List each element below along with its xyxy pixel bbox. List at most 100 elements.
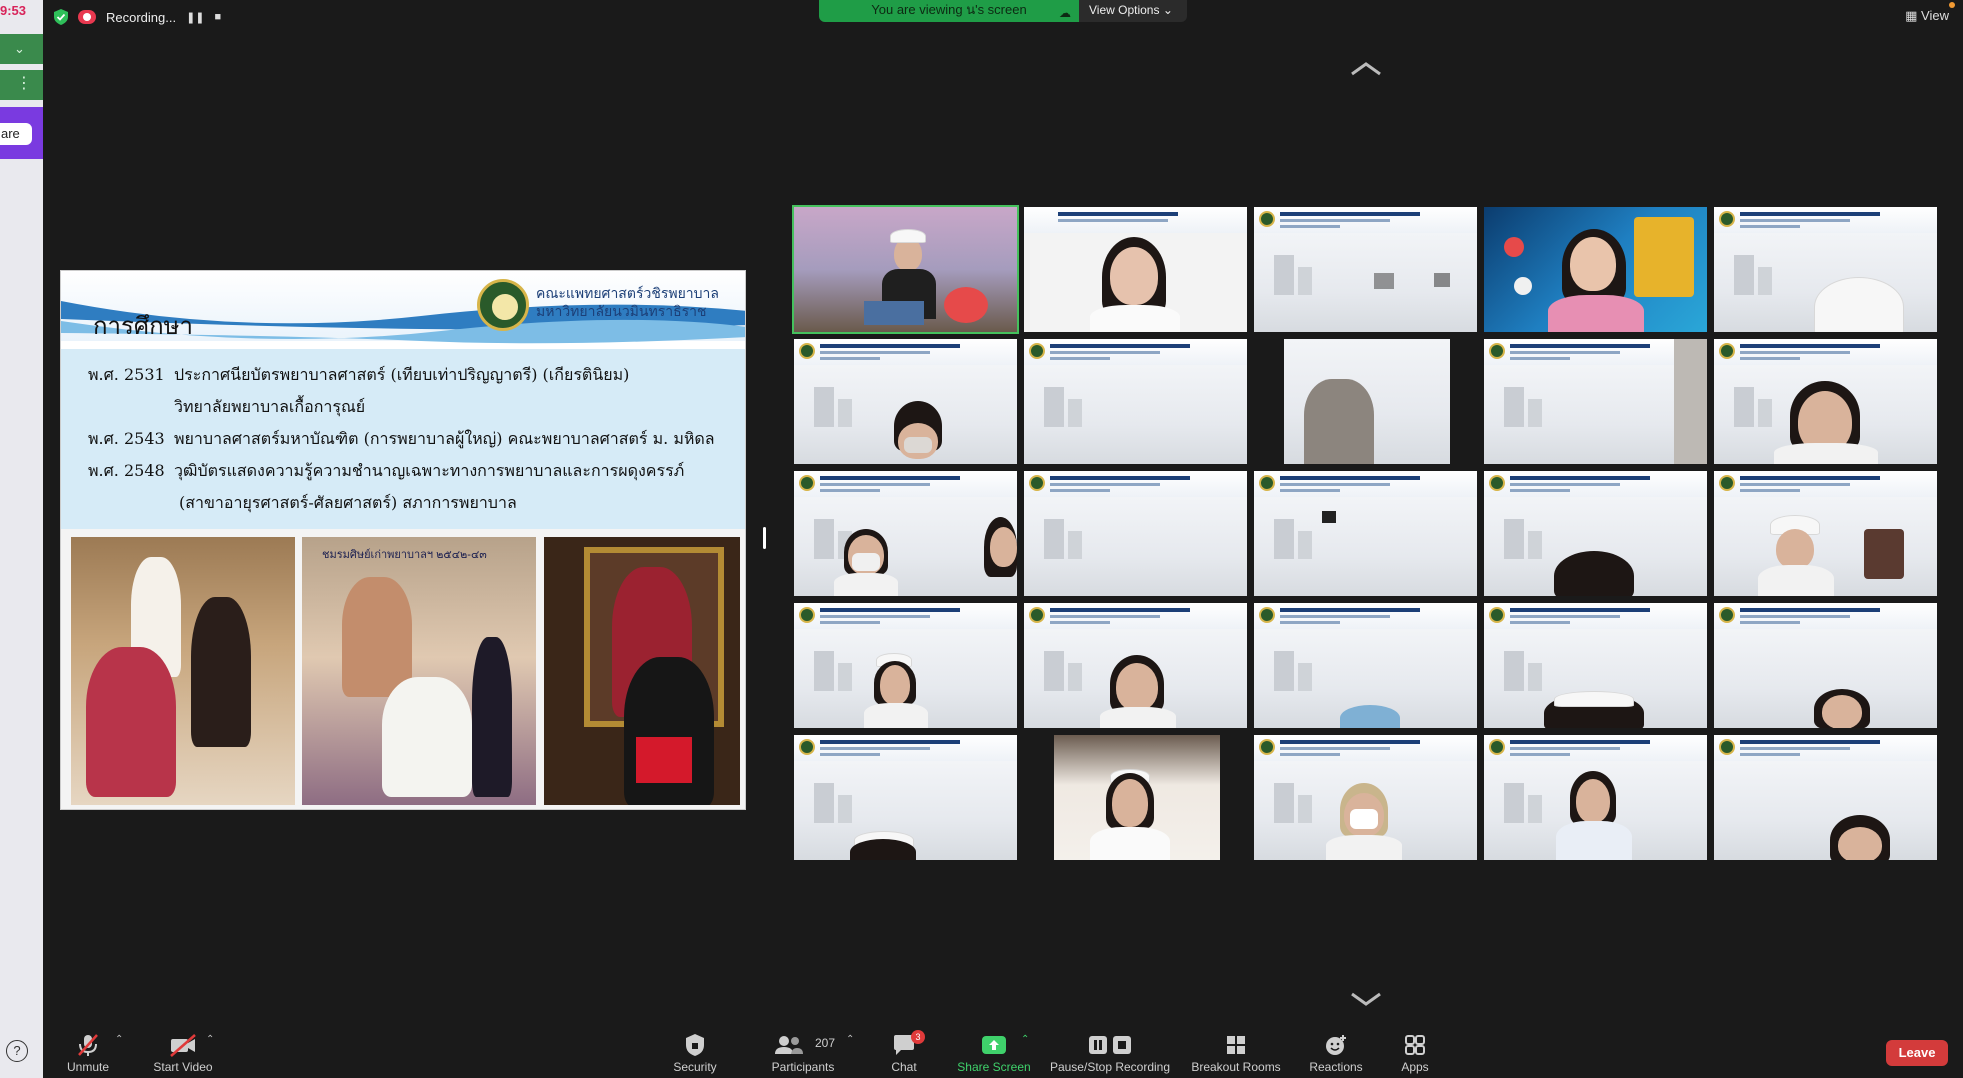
participant-tile[interactable] xyxy=(1024,735,1247,860)
shield-check-icon xyxy=(54,9,68,25)
viewing-screen-banner: You are viewing น's screen ☁ xyxy=(819,0,1079,22)
unmute-label: Unmute xyxy=(66,1060,110,1074)
participants-options-caret-icon[interactable]: ⌃ xyxy=(846,1034,854,1045)
system-clock: 9:53 xyxy=(0,3,27,18)
participant-tile[interactable] xyxy=(1714,735,1937,860)
view-button[interactable]: ▦ View xyxy=(1905,2,1955,24)
participants-label: Participants xyxy=(771,1060,835,1074)
share-screen-icon xyxy=(982,1036,1006,1054)
apps-button[interactable]: Apps xyxy=(1390,1028,1440,1078)
participant-tile[interactable] xyxy=(1484,471,1707,596)
education-list: พ.ศ. 2531 ประกาศนียบัตรพยาบาลศาสตร์ (เที… xyxy=(61,349,745,529)
participant-tile[interactable] xyxy=(1254,339,1477,464)
education-year: พ.ศ. 2548 xyxy=(88,461,165,480)
pause-recording-icon[interactable]: ❚❚ xyxy=(186,11,204,24)
chat-label: Chat xyxy=(891,1060,917,1074)
recording-indicator: Recording... ❚❚ ■ xyxy=(54,6,221,28)
education-text: วิทยาลัยพยาบาลเกื้อการุณย์ xyxy=(174,397,366,416)
education-text: วุฒิบัตรแสดงความรู้ความชำนาญเฉพาะทางการพ… xyxy=(174,461,685,480)
participant-tile[interactable] xyxy=(794,471,1017,596)
participant-tile[interactable] xyxy=(1024,207,1247,332)
viewing-text: You are viewing น's screen xyxy=(871,2,1027,17)
background-app-strip: 9:53 ⌄ ⋮ are ? xyxy=(0,0,43,1078)
participant-tile[interactable] xyxy=(1484,207,1707,332)
scroll-up-chevron-icon[interactable] xyxy=(1348,60,1384,78)
participant-tile[interactable] xyxy=(1714,207,1937,332)
breakout-rooms-button[interactable]: Breakout Rooms xyxy=(1186,1028,1286,1078)
recording-cloud-icon xyxy=(78,10,96,24)
security-button[interactable]: Security xyxy=(665,1028,725,1078)
participant-tile[interactable] xyxy=(1254,735,1477,860)
participant-tile[interactable] xyxy=(794,603,1017,728)
participant-gallery xyxy=(792,205,1940,861)
participant-tile[interactable] xyxy=(1254,603,1477,728)
breakout-rooms-label: Breakout Rooms xyxy=(1191,1060,1281,1074)
grid-view-icon: ▦ xyxy=(1905,8,1918,23)
security-label: Security xyxy=(673,1060,717,1074)
participant-tile[interactable] xyxy=(1024,471,1247,596)
audio-options-caret-icon[interactable]: ⌃ xyxy=(115,1034,123,1045)
video-camera-off-icon xyxy=(170,1034,196,1057)
slide-photo-row: ชมรมศิษย์เก่าพยาบาลฯ ๒๕๔๒-๔๓ xyxy=(61,529,745,809)
ceremony-photo: ชมรมศิษย์เก่าพยาบาลฯ ๒๕๔๒-๔๓ xyxy=(302,537,536,805)
participant-tile[interactable] xyxy=(1714,339,1937,464)
scroll-down-chevron-icon[interactable] xyxy=(1348,990,1384,1008)
reactions-button[interactable]: Reactions xyxy=(1301,1028,1371,1078)
pause-stop-icon xyxy=(1046,1032,1174,1058)
share-button-partial[interactable]: are xyxy=(0,107,43,159)
faculty-logo xyxy=(477,279,529,331)
participant-tile[interactable] xyxy=(792,205,1019,334)
education-year: พ.ศ. 2543 xyxy=(88,429,165,448)
participant-tile[interactable] xyxy=(1024,339,1247,464)
education-year: พ.ศ. 2531 xyxy=(88,365,165,384)
split-view-handle[interactable] xyxy=(763,527,766,549)
view-options-label: View Options xyxy=(1089,3,1160,17)
apps-icon xyxy=(1405,1035,1425,1055)
breakout-rooms-icon xyxy=(1227,1036,1245,1054)
reaction-smiley-icon xyxy=(1326,1035,1346,1055)
pause-stop-recording-button[interactable]: Pause/Stop Recording xyxy=(1046,1028,1174,1078)
participant-tile[interactable] xyxy=(794,735,1017,860)
photo-caption: ชมรมศิษย์เก่าพยาบาลฯ ๒๕๔๒-๔๓ xyxy=(322,549,487,561)
chevron-down-icon: ⌄ xyxy=(1162,3,1173,17)
education-text: (สาขาอายุรศาสตร์-ศัลยศาสตร์) สภาการพยาบา… xyxy=(179,493,517,512)
participant-tile[interactable] xyxy=(1254,207,1477,332)
shield-icon xyxy=(686,1034,704,1056)
graduation-photo xyxy=(71,537,295,805)
leave-button[interactable]: Leave xyxy=(1886,1040,1948,1066)
meeting-toolbar: Unmute ⌃ Start Video ⌃ Security Particip… xyxy=(43,1028,1963,1078)
notification-dot xyxy=(1949,2,1955,8)
education-text: ประกาศนียบัตรพยาบาลศาสตร์ (เทียบเท่าปริญ… xyxy=(174,365,630,384)
participants-icon xyxy=(775,1036,803,1054)
reactions-label: Reactions xyxy=(1309,1060,1363,1074)
recording-label: Recording... xyxy=(106,9,177,25)
participant-tile[interactable] xyxy=(794,339,1017,464)
help-icon[interactable]: ? xyxy=(6,1040,28,1062)
view-label: View xyxy=(1921,8,1949,23)
portrait-photo xyxy=(544,537,740,805)
chevron-down-icon[interactable]: ⌄ xyxy=(0,34,43,64)
stop-recording-icon[interactable]: ■ xyxy=(215,11,222,23)
microphone-muted-icon xyxy=(78,1034,98,1056)
start-video-label: Start Video xyxy=(153,1060,213,1074)
participants-count: 207 xyxy=(815,1036,836,1050)
participant-tile[interactable] xyxy=(1024,603,1247,728)
more-vertical-icon[interactable]: ⋮ xyxy=(0,70,43,100)
shared-screen[interactable]: คณะแพทยศาสตร์วชิรพยาบาล มหาวิทยาลัยนวมิน… xyxy=(60,270,746,810)
video-options-caret-icon[interactable]: ⌃ xyxy=(206,1034,214,1045)
unmute-button[interactable]: Unmute xyxy=(63,1028,113,1078)
participant-tile[interactable] xyxy=(1484,339,1707,464)
slide-org-line2: มหาวิทยาลัยนวมินทราธิราช xyxy=(536,304,707,320)
participant-tile[interactable] xyxy=(1714,471,1937,596)
chat-unread-badge: 3 xyxy=(911,1030,925,1044)
share-options-caret-icon[interactable]: ⌃ xyxy=(1021,1034,1029,1045)
apps-label: Apps xyxy=(1401,1060,1429,1074)
participant-tile[interactable] xyxy=(1484,735,1707,860)
participant-tile[interactable] xyxy=(1254,471,1477,596)
participant-tile[interactable] xyxy=(1714,603,1937,728)
participant-tile[interactable] xyxy=(1484,603,1707,728)
zoom-meeting-window: 9:53 ⌄ ⋮ are ? Recording... ❚❚ ■ You are… xyxy=(0,0,1963,1078)
education-text: พยาบาลศาสตร์มหาบัณฑิต (การพยาบาลผู้ใหญ่)… xyxy=(174,429,715,448)
view-options-dropdown[interactable]: View Options ⌄ xyxy=(1079,0,1187,22)
share-screen-label: Share Screen xyxy=(957,1060,1031,1074)
